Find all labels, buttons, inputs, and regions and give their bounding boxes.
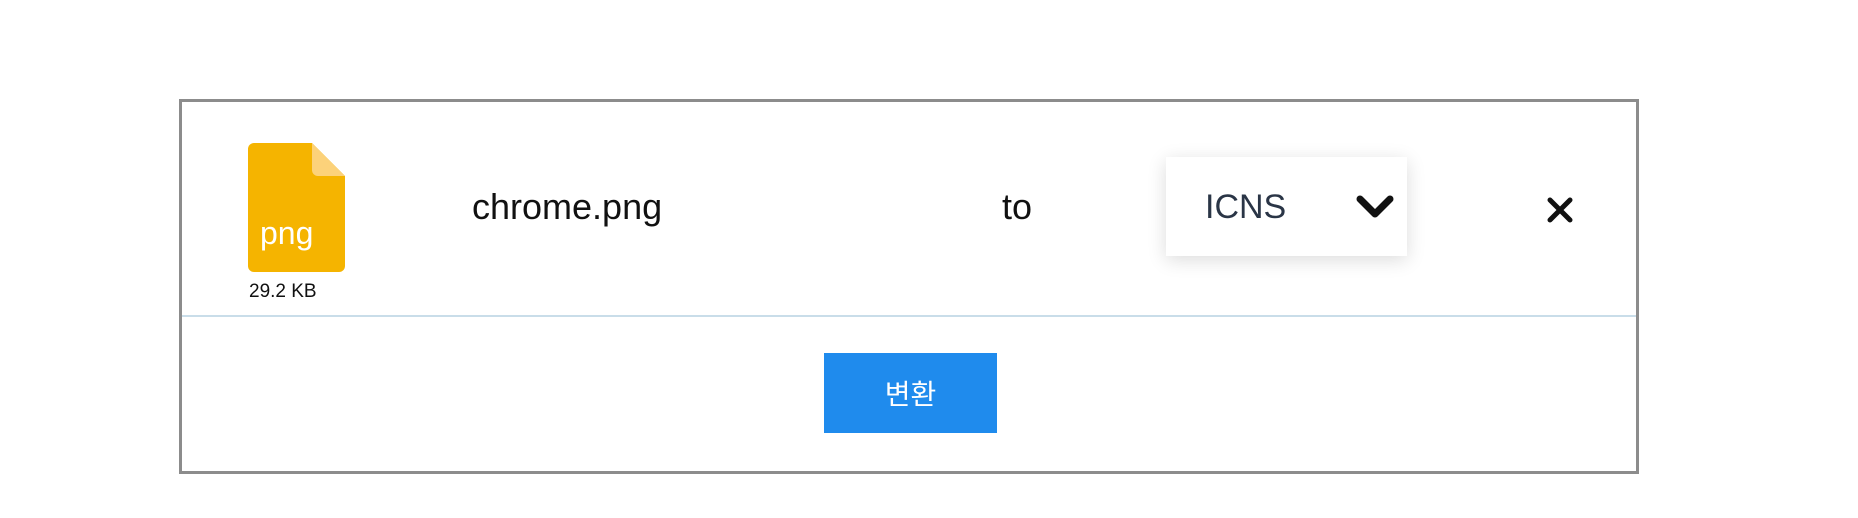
target-format-dropdown[interactable]: ICNS bbox=[1166, 157, 1407, 256]
conversion-panel: png 29.2 KB chrome.png to ICNS 변환 bbox=[179, 99, 1639, 474]
file-icon bbox=[248, 143, 345, 272]
convert-button[interactable]: 변환 bbox=[824, 353, 997, 433]
selected-format: ICNS bbox=[1205, 188, 1287, 226]
chevron-down-icon bbox=[1355, 194, 1395, 225]
file-name: chrome.png bbox=[472, 186, 663, 227]
close-icon[interactable] bbox=[1540, 190, 1580, 230]
file-extension-label: png bbox=[260, 215, 314, 251]
file-size: 29.2 KB bbox=[249, 281, 317, 302]
to-label: to bbox=[1002, 186, 1033, 227]
file-row: png 29.2 KB chrome.png to ICNS bbox=[182, 102, 1636, 317]
